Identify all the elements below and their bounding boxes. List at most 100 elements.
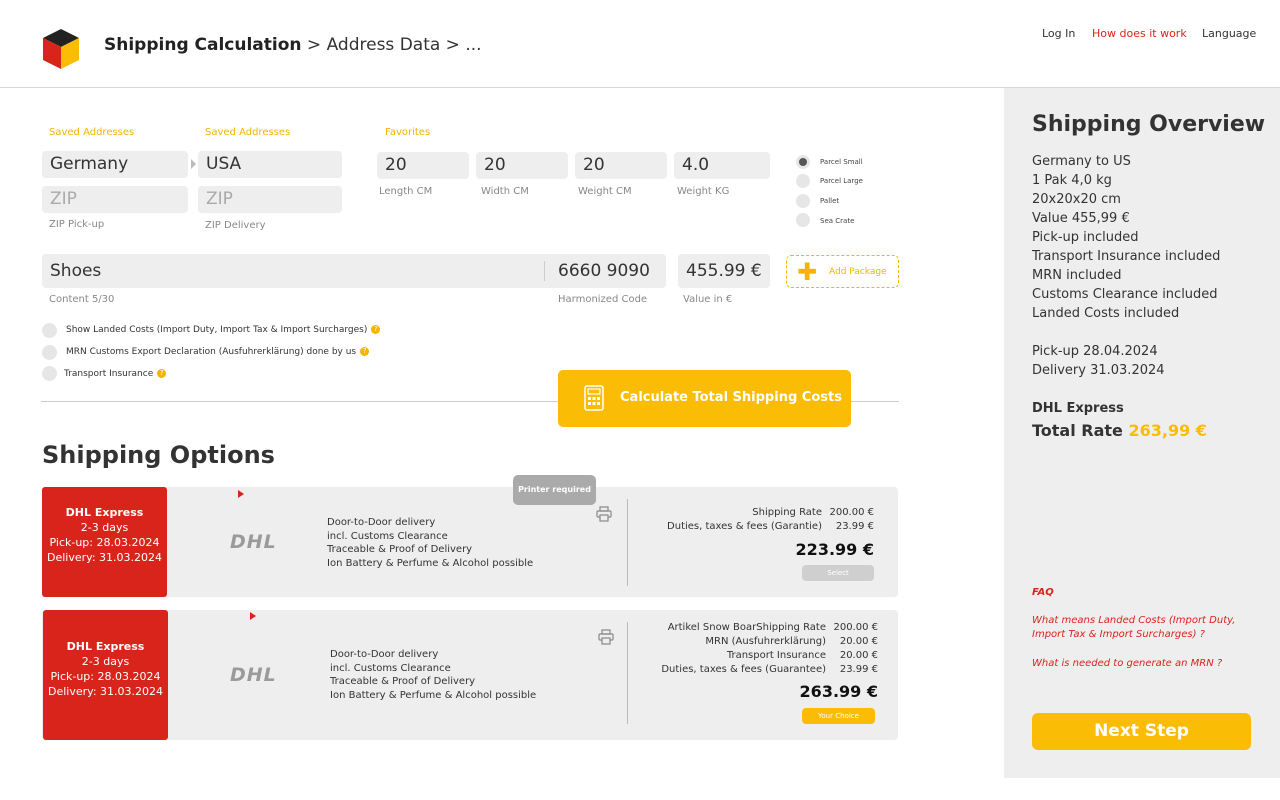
width-input[interactable]: 20	[476, 152, 568, 179]
feature-item: Ion Battery & Perfume & Alcohol possible	[327, 557, 534, 569]
help-icon[interactable]: ?	[360, 347, 370, 356]
rate-label: Shipping Rate	[752, 507, 822, 518]
mrn-checkbox[interactable]	[42, 345, 57, 360]
rate-label: Transport Insurance	[726, 650, 826, 661]
landed-costs-checkbox[interactable]	[42, 323, 57, 338]
rate-label: Duties, taxes & fees (Garantie)	[667, 521, 822, 532]
delivery-date: Delivery 31.03.2024	[1032, 363, 1165, 378]
cube-logo-icon[interactable]	[42, 28, 80, 70]
total-rate-label: Total Rate	[1032, 421, 1123, 440]
shipping-option-card[interactable]: DHL Express 2-3 days Pick-up: 28.03.2024…	[42, 610, 898, 740]
shipping-option-card[interactable]: DHL Express 2-3 days Pick-up: 28.03.2024…	[42, 487, 898, 597]
length-label: Length CM	[379, 186, 433, 197]
summary-line: Landed Costs included	[1032, 306, 1180, 321]
help-icon[interactable]: ?	[157, 369, 167, 378]
feature-item: incl. Customs Clearance	[330, 662, 451, 674]
sea-crate-radio[interactable]	[796, 213, 810, 227]
feature-item: Door-to-Door delivery	[330, 649, 439, 660]
favorites-link[interactable]: Favorites	[385, 127, 430, 138]
content-divider	[544, 261, 545, 281]
length-input[interactable]: 20	[377, 152, 469, 179]
transport-insurance-label: Transport Insurance	[64, 369, 154, 379]
to-country-select[interactable]: USA	[198, 151, 342, 178]
value-input[interactable]: 455.99 €	[678, 254, 770, 288]
parcel-large-radio[interactable]	[796, 174, 810, 188]
parcel-small-radio[interactable]	[796, 155, 810, 169]
landed-costs-label: Show Landed Costs (Import Duty, Import T…	[66, 325, 368, 335]
faq-link-landed-costs[interactable]: What means Landed Costs (Import Duty, Im…	[1032, 614, 1247, 642]
shipping-options-title: Shipping Options	[42, 441, 275, 469]
zip-pickup-label: ZIP Pick-up	[49, 219, 105, 230]
overview-summary: Germany to US 1 Pak 4,0 kg 20x20x20 cm V…	[1032, 152, 1220, 440]
landed-costs-option: Show Landed Costs (Import Duty, Import T…	[66, 325, 381, 335]
rate-label: Artikel Snow BoarShipping Rate	[667, 622, 826, 633]
rate-value: 23.99 €	[839, 664, 878, 675]
dhl-logo: DHL	[230, 664, 277, 686]
carrier-name: DHL Express	[65, 506, 144, 519]
how-it-works-link[interactable]: How does it work	[1092, 27, 1187, 40]
overview-carrier: DHL Express	[1032, 401, 1124, 416]
your-choice-button[interactable]: Your Choice	[802, 708, 875, 724]
hs-code-input[interactable]: 6660 9090	[558, 261, 650, 281]
rate-value: 200.00 €	[829, 507, 874, 518]
transit-days: 2-3 days	[81, 655, 130, 668]
total-price: 263.99 €	[799, 682, 878, 701]
next-step-button[interactable]: Next Step	[1032, 713, 1251, 750]
content-counter-label: Content 5/30	[49, 294, 115, 305]
sea-crate-label: Sea Crate	[820, 217, 855, 225]
parcel-large-label: Parcel Large	[820, 177, 863, 185]
overview-title: Shipping Overview	[1032, 112, 1266, 137]
feature-item: Traceable & Proof of Delivery	[327, 544, 473, 555]
zip-pickup-input[interactable]: ZIP	[42, 186, 188, 213]
rate-value: 200.00 €	[833, 622, 878, 633]
plus-icon: ✚	[797, 258, 818, 286]
feature-item: Traceable & Proof of Delivery	[330, 676, 476, 687]
pickup-date: Pick-up: 28.03.2024	[50, 670, 161, 683]
feature-item: Door-to-Door delivery	[327, 517, 436, 528]
rate-value: 20.00 €	[839, 650, 878, 661]
transport-insurance-checkbox[interactable]	[42, 366, 57, 381]
top-header: Shipping Calculation > Address Data > ..…	[0, 0, 1280, 88]
triangle-marker-icon	[250, 612, 256, 620]
printer-required-badge: Printer required	[513, 475, 596, 505]
value-label: Value in €	[683, 294, 733, 305]
delivery-date: Delivery: 31.03.2024	[46, 551, 163, 564]
transport-insurance-option: Transport Insurance?	[64, 369, 167, 379]
weight-cm-input[interactable]: 20	[575, 152, 667, 179]
add-package-button[interactable]: ✚ Add Package	[786, 255, 899, 288]
rate-label: Duties, taxes & fees (Guarantee)	[661, 664, 826, 675]
mrn-option: MRN Customs Export Declaration (Ausfuhre…	[66, 347, 370, 357]
hs-code-label: Harmonized Code	[558, 294, 648, 305]
select-button[interactable]: Select	[802, 565, 874, 581]
weight-kg-input[interactable]: 4.0	[674, 152, 770, 179]
help-icon[interactable]: ?	[371, 325, 381, 334]
content-value: Shoes	[50, 261, 102, 281]
carrier-summary: DHL Express 2-3 days Pick-up: 28.03.2024…	[42, 487, 167, 597]
weight-cm-label: Weight CM	[578, 186, 632, 197]
faq-link-mrn[interactable]: What is needed to generate an MRN ?	[1032, 657, 1222, 671]
weight-kg-label: Weight KG	[677, 186, 730, 197]
feature-item: Ion Battery & Perfume & Alcohol possible	[330, 689, 537, 701]
feature-list: Door-to-Door delivery incl. Customs Clea…	[330, 648, 536, 702]
saved-addresses-to-link[interactable]: Saved Addresses	[205, 127, 290, 138]
login-link[interactable]: Log In	[1042, 27, 1075, 40]
saved-addresses-from-link[interactable]: Saved Addresses	[49, 127, 134, 138]
transit-days: 2-3 days	[80, 521, 129, 534]
feature-item: incl. Customs Clearance	[327, 530, 448, 542]
summary-line: 1 Pak 4,0 kg	[1032, 173, 1112, 188]
rate-label: MRN (Ausfuhrerklärung)	[705, 636, 826, 647]
carrier-summary: DHL Express 2-3 days Pick-up: 28.03.2024…	[43, 610, 168, 740]
pallet-radio[interactable]	[796, 194, 810, 208]
calculate-button[interactable]: Calculate Total Shipping Costs	[558, 370, 851, 427]
rate-row: Shipping Rate 200.00 €	[752, 507, 874, 518]
breadcrumb-current[interactable]: Shipping Calculation	[104, 35, 302, 55]
language-link[interactable]: Language	[1202, 27, 1256, 40]
carrier-name: DHL Express	[66, 640, 145, 653]
total-price: 223.99 €	[795, 540, 874, 559]
rate-row: Duties, taxes & fees (Garantie) 23.99 €	[667, 521, 874, 532]
from-country-select[interactable]: Germany	[42, 151, 188, 178]
dhl-logo: DHL	[230, 531, 277, 553]
total-rate-value: 263,99 €	[1128, 421, 1207, 440]
arrow-right-icon	[191, 159, 196, 169]
zip-delivery-input[interactable]: ZIP	[198, 186, 342, 213]
